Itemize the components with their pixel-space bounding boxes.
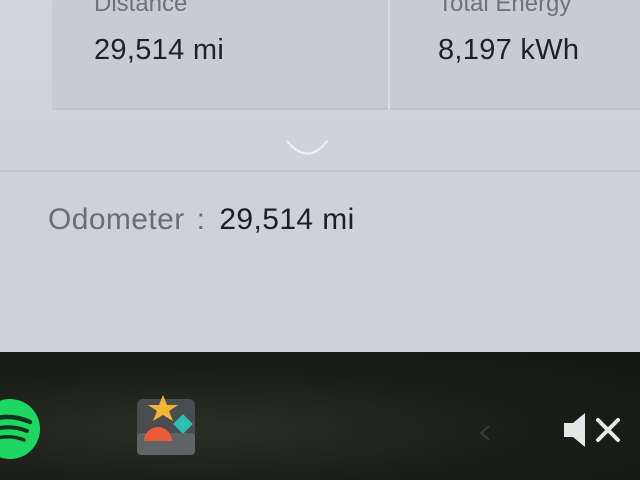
distance-label: Distance	[94, 0, 188, 17]
app-dock	[0, 352, 640, 480]
toybox-icon[interactable]	[136, 393, 198, 457]
loading-spinner-icon	[286, 138, 330, 155]
stat-divider	[388, 0, 390, 110]
odometer-label: Odometer	[48, 203, 185, 236]
distance-value: 29,514 mi	[94, 34, 225, 66]
spotify-icon[interactable]	[0, 398, 40, 460]
odometer-row: Odometer:29,514 mi	[48, 203, 355, 237]
chevron-left-icon[interactable]	[478, 424, 492, 442]
odometer-value: 29,514 mi	[219, 203, 355, 236]
total-energy-value: 8,197 kWh	[438, 34, 580, 66]
total-energy-label: Total Energy	[438, 0, 572, 17]
section-divider	[0, 170, 640, 172]
volume-mute-icon[interactable]	[560, 410, 632, 450]
odometer-separator: :	[196, 203, 206, 236]
trip-screen: Distance 29,514 mi Total Energy 8,197 kW…	[0, 0, 640, 352]
